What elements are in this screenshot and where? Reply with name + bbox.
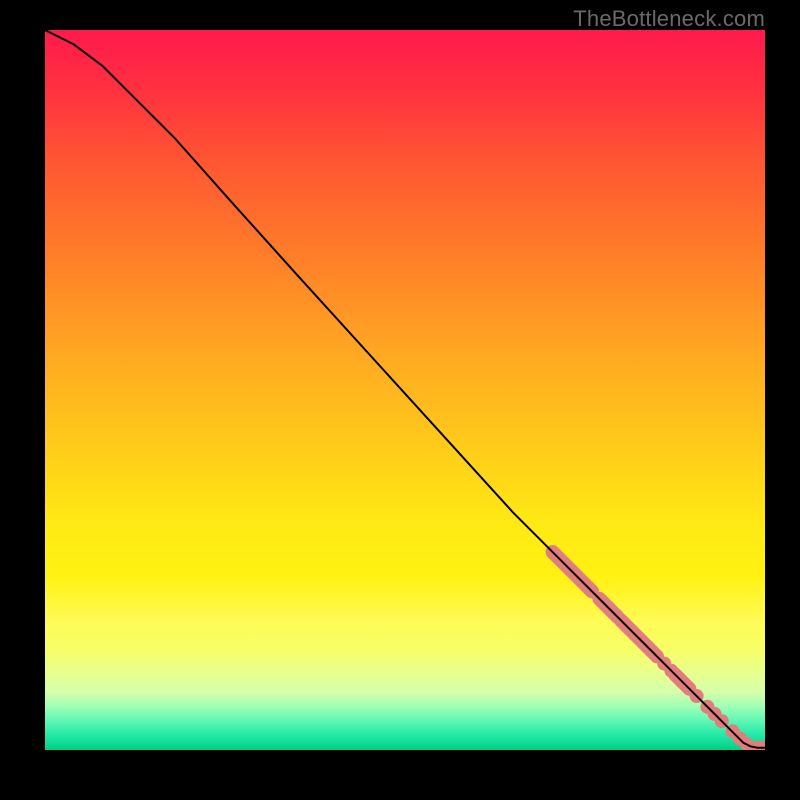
plot-area (45, 30, 765, 750)
curve-line (45, 30, 765, 748)
chart-frame: TheBottleneck.com (0, 0, 800, 800)
chart-svg (45, 30, 765, 750)
highlight-layer (553, 552, 765, 750)
watermark-text: TheBottleneck.com (573, 6, 765, 32)
